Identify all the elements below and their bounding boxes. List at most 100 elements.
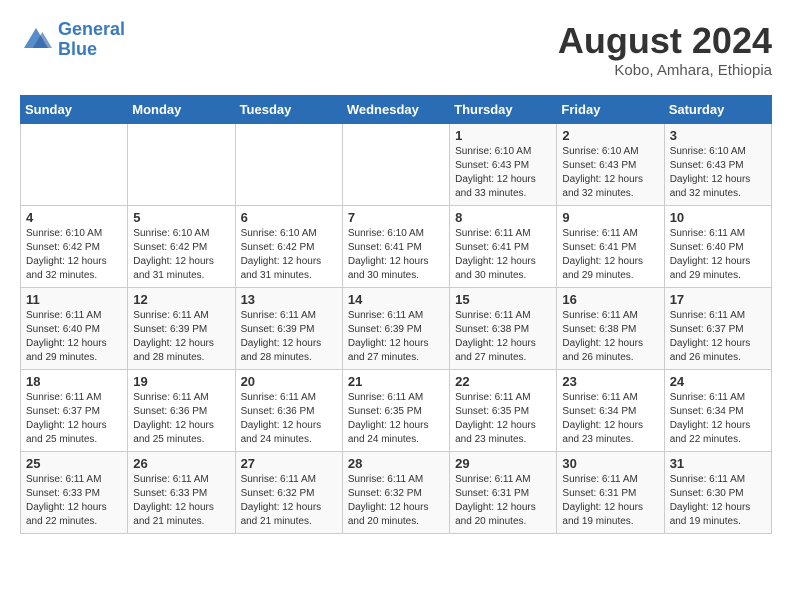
logo: General Blue [20,20,125,60]
day-info: Sunrise: 6:11 AM Sunset: 6:36 PM Dayligh… [241,391,337,447]
column-header-thursday: Thursday [450,96,557,124]
day-info: Sunrise: 6:10 AM Sunset: 6:41 PM Dayligh… [348,227,444,283]
day-number: 2 [562,128,658,143]
week-row-5: 25 Sunrise: 6:11 AM Sunset: 6:33 PM Dayli… [21,452,772,534]
day-info: Sunrise: 6:11 AM Sunset: 6:39 PM Dayligh… [348,309,444,365]
logo-line1: General [58,19,125,39]
day-cell [342,124,449,206]
day-info: Sunrise: 6:11 AM Sunset: 6:41 PM Dayligh… [562,227,658,283]
day-info: Sunrise: 6:11 AM Sunset: 6:32 PM Dayligh… [348,473,444,529]
day-number: 17 [670,292,766,307]
day-info: Sunrise: 6:10 AM Sunset: 6:42 PM Dayligh… [241,227,337,283]
column-header-monday: Monday [128,96,235,124]
day-info: Sunrise: 6:11 AM Sunset: 6:38 PM Dayligh… [455,309,551,365]
day-info: Sunrise: 6:11 AM Sunset: 6:33 PM Dayligh… [26,473,122,529]
day-cell: 7 Sunrise: 6:10 AM Sunset: 6:41 PM Daylig… [342,206,449,288]
day-number: 26 [133,456,229,471]
week-row-4: 18Sunrise: 6:11 AM Sunset: 6:37 PM Dayli… [21,370,772,452]
day-info: Sunrise: 6:10 AM Sunset: 6:43 PM Dayligh… [455,145,551,201]
day-number: 27 [241,456,337,471]
day-info: Sunrise: 6:11 AM Sunset: 6:32 PM Dayligh… [241,473,337,529]
day-number: 8 [455,210,551,225]
day-info: Sunrise: 6:11 AM Sunset: 6:37 PM Dayligh… [670,309,766,365]
column-header-saturday: Saturday [664,96,771,124]
calendar-table: SundayMondayTuesdayWednesdayThursdayFrid… [20,95,772,534]
day-cell: 24 Sunrise: 6:11 AM Sunset: 6:34 PM Dayli… [664,370,771,452]
week-row-3: 11 Sunrise: 6:11 AM Sunset: 6:40 PM Dayli… [21,288,772,370]
day-cell: 1 Sunrise: 6:10 AM Sunset: 6:43 PM Daylig… [450,124,557,206]
day-info: Sunrise: 6:10 AM Sunset: 6:42 PM Dayligh… [26,227,122,283]
day-number: 4 [26,210,122,225]
day-number: 12 [133,292,229,307]
day-number: 7 [348,210,444,225]
day-cell: 21Sunrise: 6:11 AM Sunset: 6:35 PM Dayli… [342,370,449,452]
day-info: Sunrise: 6:11 AM Sunset: 6:38 PM Dayligh… [562,309,658,365]
day-info: Sunrise: 6:11 AM Sunset: 6:31 PM Dayligh… [562,473,658,529]
day-cell: 19 Sunrise: 6:11 AM Sunset: 6:36 PM Dayli… [128,370,235,452]
day-number: 30 [562,456,658,471]
day-cell: 26 Sunrise: 6:11 AM Sunset: 6:33 PM Dayli… [128,452,235,534]
day-number: 31 [670,456,766,471]
day-cell: 4 Sunrise: 6:10 AM Sunset: 6:42 PM Daylig… [21,206,128,288]
title-block: August 2024 Kobo, Amhara, Ethiopia [558,20,772,79]
day-number: 6 [241,210,337,225]
day-cell: 22Sunrise: 6:11 AM Sunset: 6:35 PM Dayli… [450,370,557,452]
day-info: Sunrise: 6:11 AM Sunset: 6:34 PM Dayligh… [562,391,658,447]
day-number: 1 [455,128,551,143]
day-cell: 28 Sunrise: 6:11 AM Sunset: 6:32 PM Dayli… [342,452,449,534]
day-cell: 23 Sunrise: 6:11 AM Sunset: 6:34 PM Dayli… [557,370,664,452]
day-cell: 3Sunrise: 6:10 AM Sunset: 6:43 PM Daylig… [664,124,771,206]
day-number: 25 [26,456,122,471]
day-cell: 6 Sunrise: 6:10 AM Sunset: 6:42 PM Daylig… [235,206,342,288]
day-info: Sunrise: 6:10 AM Sunset: 6:43 PM Dayligh… [670,145,766,201]
day-info: Sunrise: 6:11 AM Sunset: 6:40 PM Dayligh… [26,309,122,365]
day-number: 11 [26,292,122,307]
column-header-tuesday: Tuesday [235,96,342,124]
day-info: Sunrise: 6:11 AM Sunset: 6:34 PM Dayligh… [670,391,766,447]
day-cell: 20 Sunrise: 6:11 AM Sunset: 6:36 PM Dayli… [235,370,342,452]
day-number: 15 [455,292,551,307]
logo-icon [20,24,52,56]
day-info: Sunrise: 6:11 AM Sunset: 6:36 PM Dayligh… [133,391,229,447]
day-info: Sunrise: 6:11 AM Sunset: 6:39 PM Dayligh… [133,309,229,365]
day-cell: 2 Sunrise: 6:10 AM Sunset: 6:43 PM Daylig… [557,124,664,206]
day-number: 23 [562,374,658,389]
day-cell: 11 Sunrise: 6:11 AM Sunset: 6:40 PM Dayli… [21,288,128,370]
day-number: 24 [670,374,766,389]
day-number: 5 [133,210,229,225]
page-header: General Blue August 2024 Kobo, Amhara, E… [20,20,772,79]
day-number: 9 [562,210,658,225]
day-cell: 27 Sunrise: 6:11 AM Sunset: 6:32 PM Dayli… [235,452,342,534]
day-cell: 30 Sunrise: 6:11 AM Sunset: 6:31 PM Dayli… [557,452,664,534]
day-number: 10 [670,210,766,225]
day-cell: 9 Sunrise: 6:11 AM Sunset: 6:41 PM Daylig… [557,206,664,288]
day-number: 20 [241,374,337,389]
day-info: Sunrise: 6:10 AM Sunset: 6:43 PM Dayligh… [562,145,658,201]
day-cell: 18Sunrise: 6:11 AM Sunset: 6:37 PM Dayli… [21,370,128,452]
day-cell [21,124,128,206]
day-info: Sunrise: 6:11 AM Sunset: 6:33 PM Dayligh… [133,473,229,529]
logo-text: General Blue [58,20,125,60]
day-info: Sunrise: 6:10 AM Sunset: 6:42 PM Dayligh… [133,227,229,283]
day-cell: 15 Sunrise: 6:11 AM Sunset: 6:38 PM Dayli… [450,288,557,370]
day-info: Sunrise: 6:11 AM Sunset: 6:41 PM Dayligh… [455,227,551,283]
day-cell: 14Sunrise: 6:11 AM Sunset: 6:39 PM Dayli… [342,288,449,370]
day-cell: 25 Sunrise: 6:11 AM Sunset: 6:33 PM Dayli… [21,452,128,534]
day-info: Sunrise: 6:11 AM Sunset: 6:35 PM Dayligh… [348,391,444,447]
day-cell: 17 Sunrise: 6:11 AM Sunset: 6:37 PM Dayli… [664,288,771,370]
month-title: August 2024 [558,20,772,62]
day-number: 28 [348,456,444,471]
day-cell: 5 Sunrise: 6:10 AM Sunset: 6:42 PM Daylig… [128,206,235,288]
day-cell [235,124,342,206]
day-cell [128,124,235,206]
day-cell: 10 Sunrise: 6:11 AM Sunset: 6:40 PM Dayli… [664,206,771,288]
day-cell: 12 Sunrise: 6:11 AM Sunset: 6:39 PM Dayli… [128,288,235,370]
day-number: 22 [455,374,551,389]
day-cell: 16 Sunrise: 6:11 AM Sunset: 6:38 PM Dayli… [557,288,664,370]
header-row: SundayMondayTuesdayWednesdayThursdayFrid… [21,96,772,124]
day-number: 19 [133,374,229,389]
day-cell: 29Sunrise: 6:11 AM Sunset: 6:31 PM Dayli… [450,452,557,534]
day-number: 16 [562,292,658,307]
day-info: Sunrise: 6:11 AM Sunset: 6:37 PM Dayligh… [26,391,122,447]
day-info: Sunrise: 6:11 AM Sunset: 6:40 PM Dayligh… [670,227,766,283]
